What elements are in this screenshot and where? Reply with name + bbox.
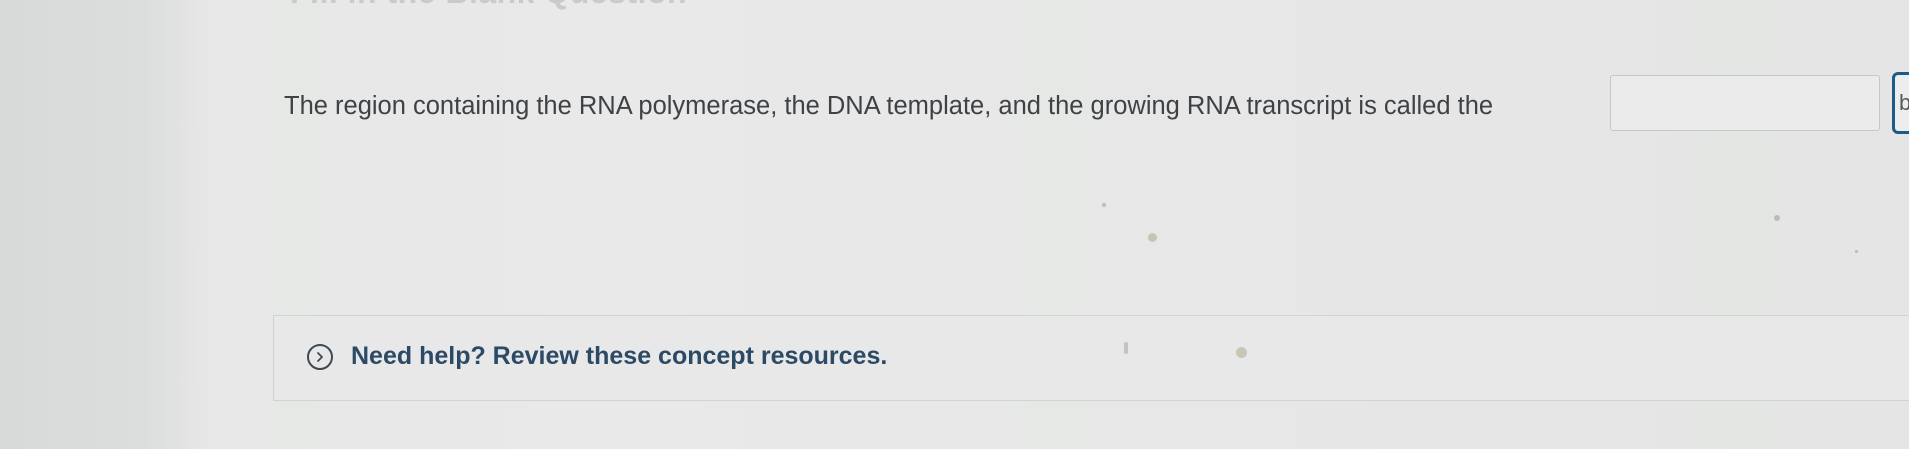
question-text: The region containing the RNA polymerase… <box>284 91 1494 120</box>
concept-resources-toggle[interactable]: Need help? Review these concept resource… <box>307 342 887 371</box>
surface-speck <box>1124 342 1128 354</box>
blank-answer-input[interactable] <box>1610 75 1880 131</box>
surface-speck <box>1236 347 1247 358</box>
surface-speck <box>1774 215 1780 221</box>
next-blank-text: b <box>1899 90 1909 115</box>
surface-speck <box>1102 203 1106 207</box>
surface-speck <box>1855 250 1858 253</box>
chevron-right-circle-icon <box>307 343 333 370</box>
concept-resources-link[interactable]: Need help? Review these concept resource… <box>351 342 887 371</box>
question-type-heading: Fill in the Blank Question <box>290 0 687 11</box>
surface-speck <box>1148 233 1157 242</box>
question-prompt: The region containing the RNA polymerase… <box>284 78 1493 134</box>
left-margin-shade <box>0 0 205 449</box>
